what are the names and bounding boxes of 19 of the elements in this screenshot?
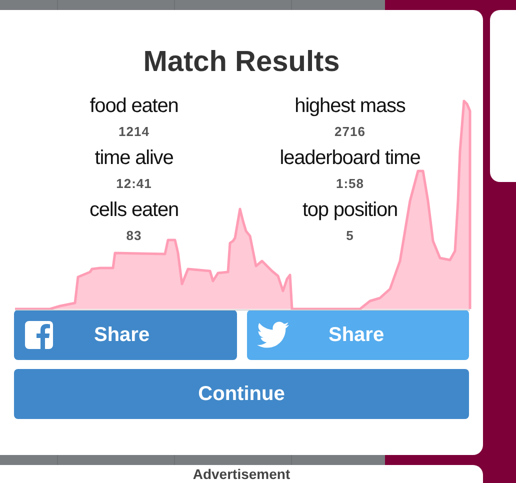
stat-label: highest mass [294, 94, 406, 119]
ad-heading: Advertisement [192, 466, 290, 482]
stat-label: cells eaten [89, 198, 178, 223]
stat-label: food eaten [90, 94, 178, 119]
continue-button[interactable]: Continue [14, 369, 469, 419]
stat-value: 1214 [118, 123, 150, 141]
stat-label: time alive [94, 146, 174, 171]
facebook-icon [24, 320, 54, 350]
twitter-share-button[interactable]: Share [246, 310, 469, 360]
facebook-share-button[interactable]: Share [14, 310, 236, 360]
dialog-title: Match Results [142, 45, 341, 80]
stat-value: 83 [126, 227, 142, 245]
bird-icon [256, 321, 288, 349]
stat-label: leaderboard time [280, 146, 420, 171]
stat-value: 12:41 [116, 175, 152, 193]
stat-label: top position [302, 198, 398, 223]
stat-value: 1:58 [336, 175, 364, 193]
stat-value: 2716 [334, 123, 366, 141]
stat-value: 5 [346, 227, 354, 245]
